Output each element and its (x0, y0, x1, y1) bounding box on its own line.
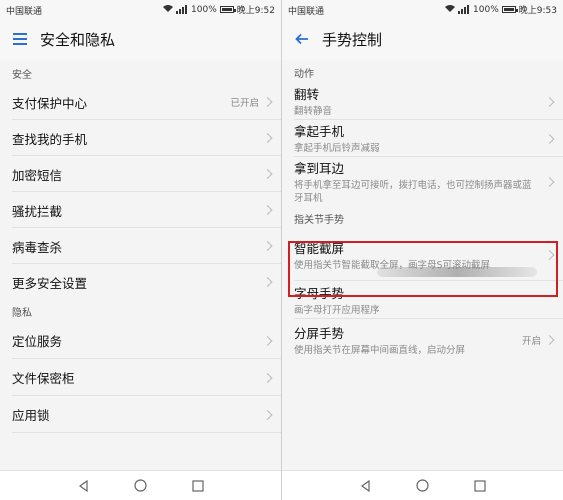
chevron-right-icon (544, 177, 555, 187)
list-item-label: 加密短信 (12, 167, 63, 183)
security-privacy-screen: 中国联通 100% 晚上9:52 安全和隐私 安全 支付保护中心 已开启 查找我… (0, 0, 281, 500)
section-header-knuckle: 指关节手势 (282, 207, 563, 229)
list-item-pick-up[interactable]: 拿起手机 拿起手机后铃声减弱 (282, 120, 563, 157)
chevron-right-icon (262, 372, 273, 383)
clock: 晚上9:52 (236, 6, 275, 16)
nav-recents-icon[interactable] (191, 479, 205, 493)
motion-blur-overlay (377, 267, 537, 277)
chevron-right-icon (544, 335, 555, 345)
list-item-find-my-phone[interactable]: 查找我的手机 (0, 120, 281, 156)
app-bar: 手势控制 (282, 18, 563, 60)
list-item-payment-protection[interactable]: 支付保护中心 已开启 (0, 84, 281, 120)
chevron-right-icon (262, 241, 273, 251)
list-item-description: 将手机拿至耳边可接听，拨打电话，也可控制扬声器或蓝牙耳机 (294, 180, 532, 204)
menu-icon[interactable] (0, 18, 40, 60)
page-title: 安全和隐私 (40, 30, 116, 49)
wifi-icon (163, 4, 174, 15)
nav-recents-icon[interactable] (473, 479, 487, 493)
nav-back-icon[interactable] (359, 479, 373, 493)
list-item-file-safe[interactable]: 文件保密柜 (0, 359, 281, 396)
carrier-label: 中国联通 (6, 7, 43, 17)
list-item-label: 拿到耳边 (294, 161, 345, 177)
battery-icon (501, 6, 518, 13)
signal-icon (176, 5, 188, 14)
gesture-control-screen: 中国联通 100% 晚上9:53 手势控制 动作 翻转 翻转静音 拿起手机 拿起… (282, 0, 563, 500)
list-item-harassment-block[interactable]: 骚扰拦截 (0, 192, 281, 228)
carrier-label: 中国联通 (288, 7, 325, 17)
list-item-label: 支付保护中心 (12, 95, 88, 111)
chevron-right-icon (544, 96, 555, 107)
battery-percent: 100% (473, 4, 499, 15)
list-item-label: 字母手势 (294, 285, 345, 301)
page-title: 手势控制 (322, 30, 383, 49)
system-nav-bar (282, 470, 563, 500)
clock: 晚上9:53 (518, 6, 557, 16)
list-item-label: 更多安全设置 (12, 275, 88, 291)
list-item-encrypted-sms[interactable]: 加密短信 (0, 156, 281, 192)
list-item-label: 应用锁 (12, 408, 50, 423)
list-item-label: 分屏手势 (294, 325, 345, 341)
list-item-more-security[interactable]: 更多安全设置 (0, 264, 281, 300)
list-item-description: 画字母打开应用程序 (294, 304, 380, 316)
list-item-description: 翻转静音 (294, 106, 333, 118)
list-item-label: 骚扰拦截 (12, 203, 63, 219)
system-nav-bar (0, 470, 281, 500)
chevron-right-icon (262, 97, 273, 107)
list-item-letter-gesture[interactable]: 字母手势 画字母打开应用程序 (282, 281, 563, 319)
chevron-right-icon (262, 277, 273, 287)
nav-back-icon[interactable] (77, 479, 91, 493)
app-bar: 安全和隐私 (0, 18, 281, 60)
signal-icon (458, 5, 470, 14)
chevron-right-icon (544, 133, 555, 144)
list-item-location-service[interactable]: 定位服务 (0, 322, 281, 359)
chevron-right-icon (262, 133, 273, 143)
battery-icon (219, 6, 236, 13)
list-item-label: 定位服务 (12, 334, 63, 349)
list-item-description: 拿起手机后铃声减弱 (294, 143, 380, 155)
list-item-description: 使用指关节在屏幕中间画直线，启动分屏 (294, 344, 466, 356)
list-item-label: 文件保密柜 (12, 371, 75, 386)
list-item-raise-to-ear[interactable]: 拿到耳边 将手机拿至耳边可接听，拨打电话，也可控制扬声器或蓝牙耳机 (282, 157, 563, 207)
list-item-label: 智能截屏 (294, 240, 345, 256)
status-bar: 中国联通 100% 晚上9:53 (282, 0, 563, 18)
list-item-split-screen-gesture[interactable]: 分屏手势 使用指关节在屏幕中间画直线，启动分屏 开启 (282, 319, 563, 361)
list-item-label: 拿起手机 (294, 124, 345, 140)
list-item-label: 查找我的手机 (12, 131, 88, 147)
section-header-security: 安全 (0, 62, 281, 84)
chevron-right-icon (262, 169, 273, 179)
chevron-right-icon (262, 409, 273, 420)
section-header-actions: 动作 (282, 61, 563, 83)
list-item-app-lock[interactable]: 应用锁 (0, 396, 281, 433)
section-header-privacy: 隐私 (0, 300, 281, 322)
status-bar: 中国联通 100% 晚上9:52 (0, 0, 281, 18)
list-item-label: 翻转 (294, 87, 320, 103)
list-item-virus-scan[interactable]: 病毒查杀 (0, 228, 281, 264)
list-item-flip[interactable]: 翻转 翻转静音 (282, 83, 563, 120)
chevron-right-icon (544, 250, 555, 260)
chevron-right-icon (262, 335, 273, 346)
nav-home-icon[interactable] (134, 479, 148, 493)
back-arrow-icon[interactable] (282, 18, 322, 60)
status-value: 开启 (521, 336, 541, 347)
chevron-right-icon (262, 205, 273, 215)
list-item-label: 病毒查杀 (12, 239, 63, 255)
battery-percent: 100% (191, 4, 217, 15)
status-value: 已开启 (230, 98, 259, 109)
nav-home-icon[interactable] (416, 479, 430, 493)
wifi-icon (445, 4, 456, 15)
